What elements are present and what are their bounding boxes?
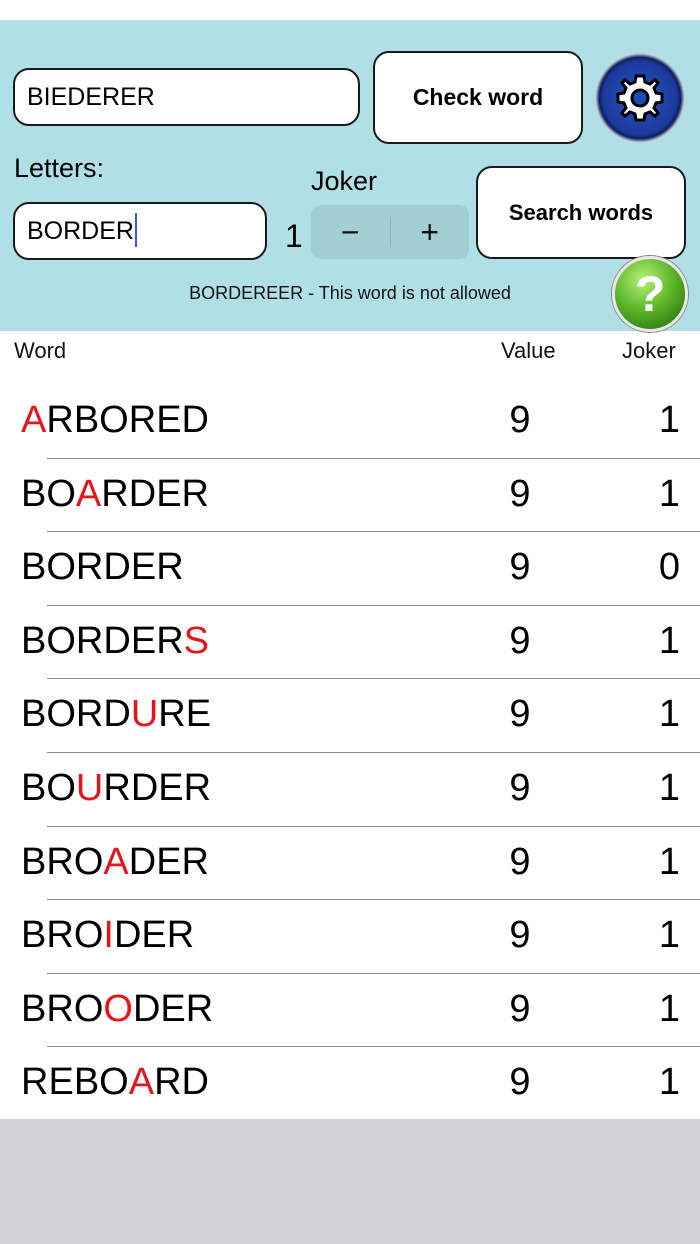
list-item[interactable]: REBOARD 9 1	[0, 1047, 700, 1121]
joker-label: Joker	[311, 166, 378, 196]
result-joker: 1	[658, 914, 680, 957]
status-message: BORDEREER - This word is not allowed	[189, 283, 511, 303]
letters-value: BORDER	[27, 217, 134, 245]
result-word: ARBORED	[21, 399, 209, 441]
check-word-button[interactable]: Check word	[373, 51, 583, 144]
list-item[interactable]: BOURDER 9 1	[0, 753, 700, 827]
result-joker: 1	[658, 840, 680, 883]
result-joker: 1	[658, 619, 680, 662]
result-word: BROADER	[21, 840, 209, 883]
decrement-button[interactable]: −	[311, 205, 390, 259]
results-list: ARBORED 9 1 BOARDER 9 1 BORDER 9 0 BORDERS 9 1 BORDU…	[0, 385, 700, 1121]
list-item[interactable]: BROODER 9 1	[0, 974, 700, 1048]
result-word: BOURDER	[21, 766, 212, 809]
text-caret	[134, 213, 137, 248]
list-item[interactable]: BORDER 9 0	[0, 532, 700, 606]
word-input[interactable]: BIEDERER	[13, 68, 360, 126]
settings-button[interactable]	[595, 53, 685, 143]
result-value: 9	[509, 546, 531, 589]
result-joker: 1	[658, 987, 680, 1030]
letters-label: Letters:	[14, 153, 105, 183]
column-header-joker: Joker	[622, 338, 676, 363]
joker-stepper[interactable]: − +	[311, 205, 469, 259]
result-value: 9	[509, 399, 531, 441]
result-joker: 1	[658, 766, 680, 809]
list-item[interactable]: BROADER 9 1	[0, 827, 700, 901]
joker-count: 1	[285, 218, 303, 254]
help-button[interactable]: ?	[612, 256, 688, 332]
help-icon: ?	[634, 266, 666, 322]
result-word: BROODER	[21, 987, 214, 1030]
result-joker: 0	[658, 546, 680, 589]
list-item[interactable]: ARBORED 9 1	[0, 385, 700, 459]
result-value: 9	[509, 840, 531, 883]
result-word: BORDER	[21, 546, 184, 589]
letters-input[interactable]: BORDER	[13, 202, 267, 260]
increment-button[interactable]: +	[391, 205, 470, 259]
bottom-area	[0, 1119, 700, 1244]
result-value: 9	[509, 987, 531, 1030]
result-word: BORDERS	[21, 619, 209, 662]
list-item[interactable]: BORDERS 9 1	[0, 606, 700, 680]
status-bar	[0, 0, 700, 20]
list-item[interactable]: BORDURE 9 1	[0, 679, 700, 753]
result-joker: 1	[658, 693, 680, 736]
list-item[interactable]: BOARDER 9 1	[0, 459, 700, 533]
gear-icon	[616, 74, 664, 122]
result-word: BOARDER	[21, 472, 209, 515]
result-joker: 1	[658, 1061, 680, 1104]
search-words-button[interactable]: Search words	[476, 166, 686, 259]
result-word: BORDURE	[21, 693, 212, 736]
column-header-word: Word	[14, 338, 67, 363]
column-header-value: Value	[501, 338, 556, 363]
result-value: 9	[509, 693, 531, 736]
result-joker: 1	[658, 472, 680, 515]
result-joker: 1	[658, 399, 680, 441]
result-value: 9	[509, 1061, 531, 1104]
result-word: REBOARD	[21, 1061, 209, 1104]
result-word: BROIDER	[21, 914, 195, 957]
result-value: 9	[509, 472, 531, 515]
list-item[interactable]: BROIDER 9 1	[0, 900, 700, 974]
result-value: 9	[509, 914, 531, 957]
search-panel: BIEDERER Check word Letters: BORDER Joke…	[0, 20, 700, 332]
result-value: 9	[509, 766, 531, 809]
result-value: 9	[509, 619, 531, 662]
